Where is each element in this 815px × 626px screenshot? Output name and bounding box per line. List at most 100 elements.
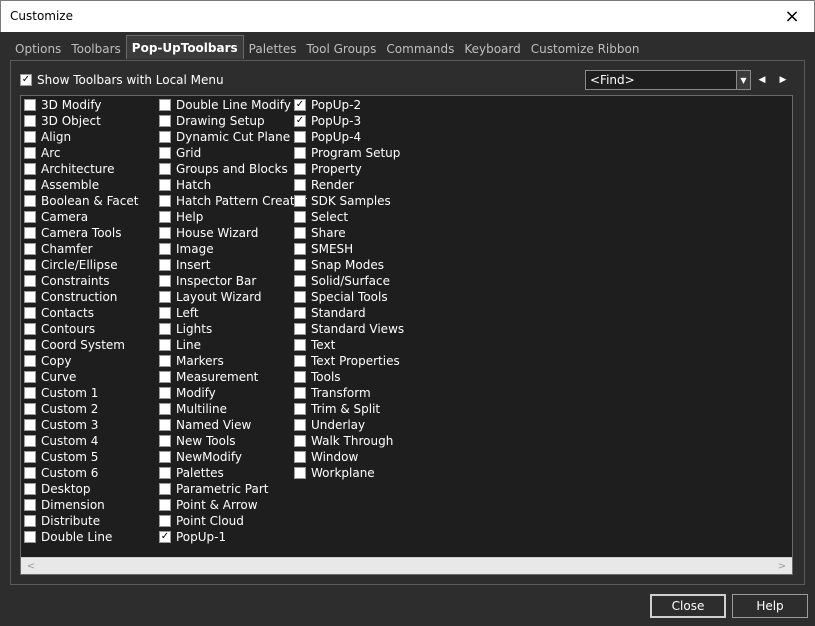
toolbar-list-item[interactable]: Contacts [24,305,138,321]
checkbox-icon[interactable] [24,195,36,207]
checkbox-icon[interactable] [159,195,171,207]
tab-palettes[interactable]: Palettes [244,38,302,60]
checkbox-icon[interactable] [159,179,171,191]
checkbox-icon[interactable] [159,339,171,351]
toolbar-list-item[interactable]: Curve [24,369,138,385]
checkbox-icon[interactable] [24,419,36,431]
tab-customize-ribbon[interactable]: Customize Ribbon [526,38,645,60]
checkbox-icon[interactable] [24,483,36,495]
toolbar-list-item[interactable]: Point Cloud [159,513,307,529]
checkbox-icon[interactable] [159,435,171,447]
toolbar-list-item[interactable]: Text Properties [294,353,404,369]
checkbox-icon[interactable] [294,387,306,399]
toolbar-list-item[interactable]: ✓ PopUp-2 [294,97,404,113]
checkbox-icon[interactable] [159,243,171,255]
toolbar-list-item[interactable]: NewModify [159,449,307,465]
toolbar-list-item[interactable]: Insert [159,257,307,273]
checkbox-icon[interactable] [294,403,306,415]
toolbar-list-item[interactable]: Palettes [159,465,307,481]
checkbox-icon[interactable] [24,339,36,351]
toolbar-list-item[interactable]: Construction [24,289,138,305]
checkbox-icon[interactable] [159,259,171,271]
tab-pop-uptoolbars[interactable]: Pop-UpToolbars [125,35,244,59]
close-icon[interactable]: × [770,1,814,32]
checkbox-icon[interactable] [294,451,306,463]
toolbar-list-item[interactable]: Arc [24,145,138,161]
toolbar-list-item[interactable]: Underlay [294,417,404,433]
toolbar-list-item[interactable]: Markers [159,353,307,369]
find-combobox[interactable]: ▼ [585,70,751,90]
checkbox-icon[interactable] [24,291,36,303]
checkbox-icon[interactable] [24,387,36,399]
toolbar-list-item[interactable]: Program Setup [294,145,404,161]
toolbar-list-item[interactable]: Inspector Bar [159,273,307,289]
checkbox-icon[interactable] [294,275,306,287]
toolbar-list-item[interactable]: Lights [159,321,307,337]
checkbox-icon[interactable] [24,355,36,367]
checkbox-icon[interactable] [294,307,306,319]
toolbar-list-item[interactable]: Coord System [24,337,138,353]
tab-keyboard[interactable]: Keyboard [459,38,525,60]
find-next-icon[interactable]: ▶ [774,70,792,90]
toolbar-list-item[interactable]: Standard Views [294,321,404,337]
checkbox-icon[interactable]: ✓ [294,115,306,127]
toolbar-list-item[interactable]: Layout Wizard [159,289,307,305]
toolbar-list-item[interactable]: SMESH [294,241,404,257]
toolbar-list-item[interactable]: Property [294,161,404,177]
checkbox-icon[interactable] [159,115,171,127]
checkbox-icon[interactable] [24,115,36,127]
toolbar-list-item[interactable]: Hatch [159,177,307,193]
toolbar-list-item[interactable]: Drawing Setup [159,113,307,129]
checkbox-icon[interactable] [159,371,171,383]
checkbox-icon[interactable] [159,291,171,303]
toolbar-list-item[interactable]: Assemble [24,177,138,193]
toolbar-list-item[interactable]: Contours [24,321,138,337]
toolbar-list-item[interactable]: Constraints [24,273,138,289]
toolbar-list-item[interactable]: Custom 2 [24,401,138,417]
show-local-menu-checkbox[interactable]: ✓ Show Toolbars with Local Menu [20,73,224,87]
checkbox-icon[interactable] [159,227,171,239]
toolbar-list-item[interactable]: Custom 4 [24,433,138,449]
close-button[interactable]: Close [650,594,726,618]
toolbar-list-item[interactable]: Render [294,177,404,193]
toolbar-list-item[interactable]: Window [294,449,404,465]
toolbar-list-item[interactable]: Text [294,337,404,353]
checkbox-icon[interactable] [294,243,306,255]
toolbar-list-item[interactable]: Solid/Surface [294,273,404,289]
checkbox-icon[interactable] [24,275,36,287]
toolbar-list[interactable]: 3D Modify 3D Object Align Arc Architecture As… [20,95,793,575]
checkbox-icon[interactable] [294,163,306,175]
checkbox-icon[interactable] [294,179,306,191]
toolbar-list-item[interactable]: Align [24,129,138,145]
toolbar-list-item[interactable]: Left [159,305,307,321]
find-input[interactable] [586,71,736,89]
checkbox-icon[interactable] [159,499,171,511]
checkbox-icon[interactable] [294,339,306,351]
toolbar-list-item[interactable]: Measurement [159,369,307,385]
checkbox-icon[interactable] [24,99,36,111]
toolbar-list-item[interactable]: Modify [159,385,307,401]
toolbar-list-item[interactable]: Circle/Ellipse [24,257,138,273]
toolbar-list-item[interactable]: PopUp-4 [294,129,404,145]
checkbox-icon[interactable] [24,451,36,463]
toolbar-list-item[interactable]: Line [159,337,307,353]
scroll-right-icon[interactable]: > [776,560,788,572]
checkbox-icon[interactable] [294,323,306,335]
toolbar-list-item[interactable]: Transform [294,385,404,401]
checkbox-icon[interactable] [159,355,171,367]
checkbox-icon[interactable] [24,515,36,527]
toolbar-list-item[interactable]: Distribute [24,513,138,529]
checkbox-icon[interactable] [24,499,36,511]
checkbox-icon[interactable] [294,211,306,223]
checkbox-icon[interactable] [159,451,171,463]
toolbar-list-item[interactable]: Custom 1 [24,385,138,401]
checkbox-icon[interactable] [159,419,171,431]
toolbar-list-item[interactable]: ✓ PopUp-1 [159,529,307,545]
toolbar-list-item[interactable]: New Tools [159,433,307,449]
toolbar-list-item[interactable]: Custom 6 [24,465,138,481]
toolbar-list-item[interactable]: SDK Samples [294,193,404,209]
checkbox-icon[interactable] [24,467,36,479]
checkbox-icon[interactable] [294,435,306,447]
toolbar-list-item[interactable]: Copy [24,353,138,369]
toolbar-list-item[interactable]: Trim & Split [294,401,404,417]
